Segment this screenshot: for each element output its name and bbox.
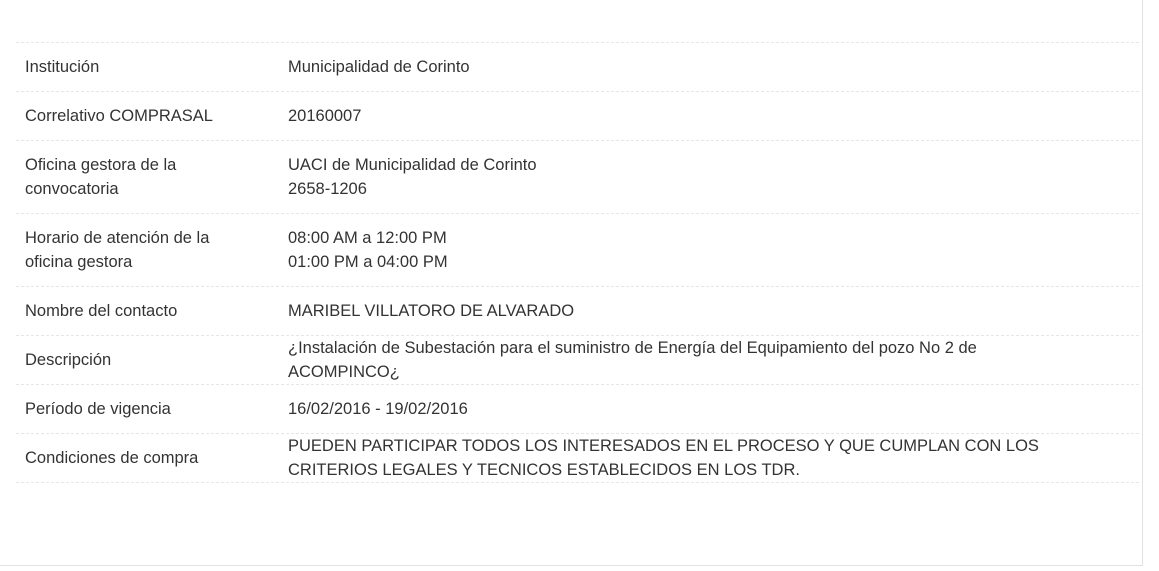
row-value: MARIBEL VILLATORO DE ALVARADO (288, 302, 575, 320)
row-correlativo: Correlativo COMPRASAL 20160007 (16, 92, 1139, 141)
row-label: Correlativo COMPRASAL (25, 107, 213, 125)
row-label: Condiciones de compra (25, 449, 199, 467)
row-label: Oficina gestora de la convocatoria (25, 156, 177, 198)
row-oficina-gestora: Oficina gestora de la convocatoria UACI … (16, 141, 1139, 214)
row-label: Nombre del contacto (25, 302, 178, 320)
row-vigencia: Período de vigencia 16/02/2016 - 19/02/2… (16, 385, 1139, 434)
row-value: ¿Instalación de Subestación para el sumi… (288, 339, 977, 381)
row-value: 20160007 (288, 107, 362, 125)
row-institucion: Institución Municipalidad de Corinto (16, 43, 1139, 92)
info-table: Institución Municipalidad de Corinto Cor… (16, 42, 1139, 483)
row-label: Descripción (25, 351, 112, 369)
row-value: 16/02/2016 - 19/02/2016 (288, 400, 468, 418)
row-descripcion: Descripción ¿Instalación de Subestación … (16, 336, 1139, 385)
row-label: Período de vigencia (25, 400, 171, 418)
row-value: 08:00 AM a 12:00 PM 01:00 PM a 04:00 PM (288, 229, 448, 271)
row-horario: Horario de atención de la oficina gestor… (16, 214, 1139, 287)
row-label: Institución (25, 58, 100, 76)
row-value: PUEDEN PARTICIPAR TODOS LOS INTERESADOS … (288, 437, 1039, 479)
row-label: Horario de atención de la oficina gestor… (25, 229, 210, 271)
row-value: UACI de Municipalidad de Corinto 2658-12… (288, 156, 537, 198)
row-contacto: Nombre del contacto MARIBEL VILLATORO DE… (16, 287, 1139, 336)
row-value: Municipalidad de Corinto (288, 58, 470, 76)
row-condiciones: Condiciones de compra PUEDEN PARTICIPAR … (16, 434, 1139, 483)
convocatoria-panel: Institución Municipalidad de Corinto Cor… (0, 0, 1143, 566)
